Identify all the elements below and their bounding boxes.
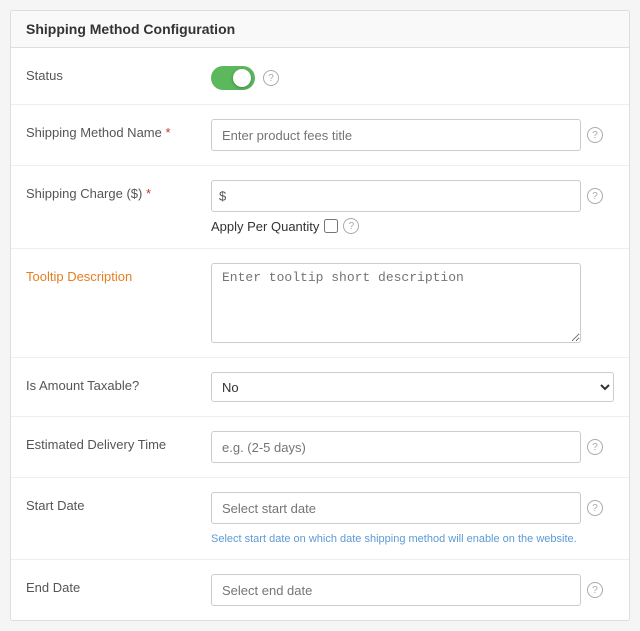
- panel-title: Shipping Method Configuration: [11, 11, 629, 48]
- start-date-control: ? Select start date on which date shippi…: [211, 492, 614, 545]
- shipping-charge-input[interactable]: [211, 180, 581, 212]
- status-control: ?: [211, 62, 614, 90]
- shipping-method-name-control: ?: [211, 119, 614, 151]
- shipping-method-panel: Shipping Method Configuration Status ? S…: [10, 10, 630, 621]
- start-date-input[interactable]: [211, 492, 581, 524]
- shipping-method-name-label: Shipping Method Name *: [26, 119, 211, 142]
- dollar-wrap: $: [211, 180, 581, 212]
- shipping-charge-input-wrap: $ ?: [211, 180, 614, 212]
- status-toggle-wrap: ?: [211, 62, 614, 90]
- apply-per-quantity-wrap: Apply Per Quantity ?: [211, 218, 614, 234]
- required-star: *: [165, 125, 170, 140]
- apply-per-quantity-checkbox[interactable]: [324, 219, 338, 233]
- end-date-control: ?: [211, 574, 614, 606]
- tooltip-description-row: Tooltip Description: [11, 249, 629, 358]
- status-row: Status ?: [11, 48, 629, 105]
- shipping-method-name-row: Shipping Method Name * ?: [11, 105, 629, 166]
- tooltip-description-textarea[interactable]: [211, 263, 581, 343]
- start-date-help-icon[interactable]: ?: [587, 500, 603, 516]
- estimated-delivery-time-input[interactable]: [211, 431, 581, 463]
- end-date-help-icon[interactable]: ?: [587, 582, 603, 598]
- start-date-label: Start Date: [26, 492, 211, 515]
- shipping-method-name-input-wrap: ?: [211, 119, 614, 151]
- shipping-charge-help-icon[interactable]: ?: [587, 188, 603, 204]
- end-date-input-wrap: ?: [211, 574, 614, 606]
- status-help-icon[interactable]: ?: [263, 70, 279, 86]
- start-date-input-wrap: ?: [211, 492, 614, 524]
- estimated-delivery-time-row: Estimated Delivery Time ?: [11, 417, 629, 478]
- shipping-charge-label: Shipping Charge ($) *: [26, 180, 211, 203]
- is-amount-taxable-label: Is Amount Taxable?: [26, 372, 211, 395]
- is-amount-taxable-row: Is Amount Taxable? No Yes: [11, 358, 629, 417]
- apply-per-quantity-help-icon[interactable]: ?: [343, 218, 359, 234]
- is-amount-taxable-select[interactable]: No Yes: [211, 372, 614, 402]
- shipping-method-name-input[interactable]: [211, 119, 581, 151]
- estimated-delivery-time-help-icon[interactable]: ?: [587, 439, 603, 455]
- start-date-hint: Select start date on which date shipping…: [211, 533, 581, 545]
- shipping-method-name-help-icon[interactable]: ?: [587, 127, 603, 143]
- end-date-label: End Date: [26, 574, 211, 597]
- start-date-row: Start Date ? Select start date on which …: [11, 478, 629, 560]
- toggle-track: [211, 66, 255, 90]
- shipping-charge-control: $ ? Apply Per Quantity ?: [211, 180, 614, 234]
- required-star-charge: *: [146, 186, 151, 201]
- is-amount-taxable-control: No Yes: [211, 372, 614, 402]
- status-label: Status: [26, 62, 211, 85]
- shipping-charge-row: Shipping Charge ($) * $ ? Apply Per Quan…: [11, 166, 629, 249]
- tooltip-description-control: [211, 263, 614, 343]
- tooltip-description-label: Tooltip Description: [26, 263, 211, 286]
- end-date-input[interactable]: [211, 574, 581, 606]
- status-toggle[interactable]: [211, 66, 255, 90]
- estimated-delivery-time-label: Estimated Delivery Time: [26, 431, 211, 454]
- end-date-row: End Date ?: [11, 560, 629, 620]
- toggle-thumb: [233, 69, 251, 87]
- estimated-delivery-time-input-wrap: ?: [211, 431, 614, 463]
- estimated-delivery-time-control: ?: [211, 431, 614, 463]
- apply-per-quantity-label: Apply Per Quantity: [211, 219, 319, 234]
